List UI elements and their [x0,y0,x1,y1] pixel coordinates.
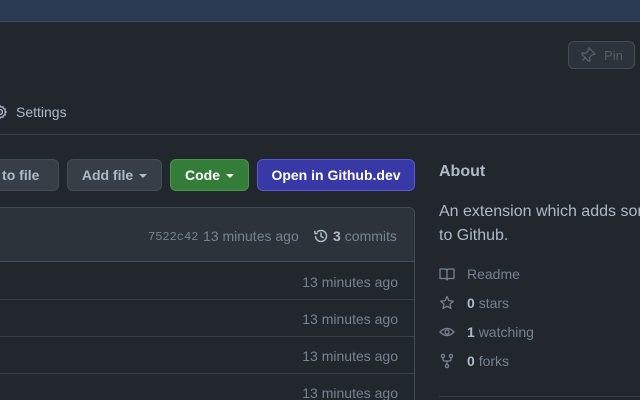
about-description: An extension which adds som to Github. [439,200,640,248]
stars-label: stars [478,295,510,311]
file-list: 7522c42 13 minutes ago 3 commits 13 minu… [0,207,415,400]
file-row[interactable]: 13 minutes ago [0,374,414,400]
commit-time: 13 minutes ago [203,228,299,244]
pin-button[interactable]: Pin [568,41,635,69]
file-row-time: 13 minutes ago [302,311,398,327]
add-file-button[interactable]: Add file [67,159,162,191]
readme-label: Readme [467,266,520,282]
code-button[interactable]: Code [170,159,249,191]
about-description-line: to Github. [439,227,509,244]
about-heading: About [439,163,486,180]
watching-count: 1 [467,324,475,340]
divider [439,396,640,397]
file-row[interactable]: 13 minutes ago [0,263,414,300]
top-bar [0,0,640,22]
commit-hash-link[interactable]: 7522c42 [148,230,198,244]
book-icon [439,268,455,281]
stars-link[interactable]: 0 stars [439,293,509,313]
open-in-github-dev-button[interactable]: Open in Github.dev [257,159,415,191]
caret-down-icon [226,174,234,178]
readme-link[interactable]: Readme [439,264,520,284]
code-label: Code [185,167,220,183]
go-to-file-button[interactable]: o to file [0,159,59,191]
go-to-file-label: o to file [0,167,40,183]
watching-label: watching [478,324,534,340]
stars-count: 0 [467,295,475,311]
file-row-time: 13 minutes ago [302,385,398,400]
commit-count: 3 [333,228,341,244]
about-description-line: An extension which adds som [439,203,640,220]
watching-text: 1 watching [467,324,534,340]
eye-icon [439,327,455,337]
fork-icon [440,353,454,369]
repo-header [0,22,640,135]
file-row[interactable]: 13 minutes ago [0,300,414,337]
caret-down-icon [139,174,148,178]
forks-count: 0 [467,353,475,369]
commit-count-label: commits [344,228,397,244]
latest-commit-bar: 7522c42 13 minutes ago 3 commits [0,208,414,262]
tab-settings[interactable]: Settings [0,100,67,124]
pin-icon [581,47,596,62]
settings-label: Settings [16,104,67,120]
forks-label: forks [478,353,510,369]
add-file-label: Add file [81,167,134,183]
open-in-github-dev-label: Open in Github.dev [271,167,401,183]
forks-link[interactable]: 0 forks [439,351,509,371]
pin-label: Pin [604,47,623,63]
commits-link[interactable]: 3 commits [313,227,397,245]
forks-text: 0 forks [467,353,509,369]
file-row-time: 13 minutes ago [302,348,398,364]
file-row[interactable]: 13 minutes ago [0,337,414,374]
star-icon [440,295,454,310]
stars-text: 0 stars [467,295,509,311]
history-icon [314,229,328,243]
gear-icon [0,104,8,120]
watching-link[interactable]: 1 watching [439,322,534,342]
file-row-time: 13 minutes ago [302,274,398,290]
